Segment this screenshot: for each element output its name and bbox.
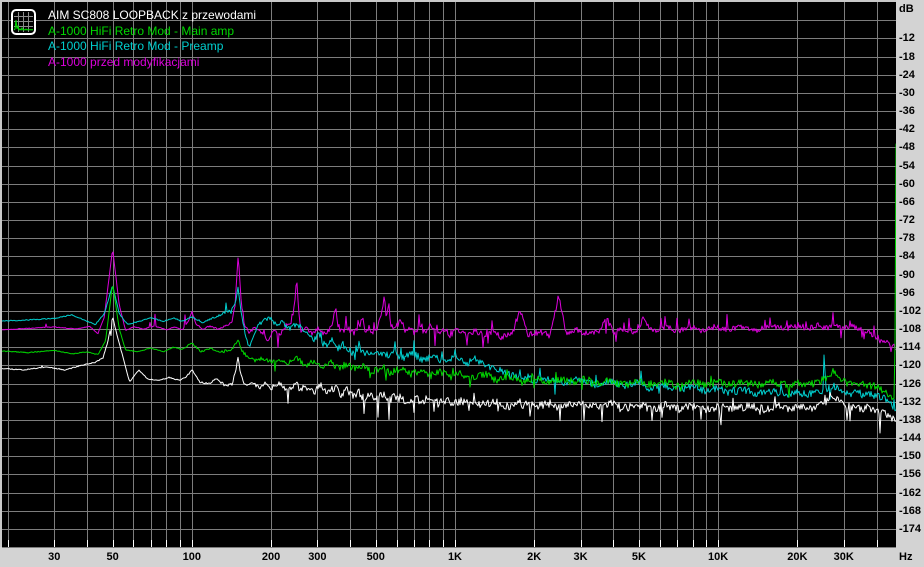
- x-tick-label: 1K: [447, 551, 462, 563]
- legend-item-loopback: AIM SC808 LOOPBACK z przewodami: [48, 8, 256, 24]
- y-tick-label: -18: [899, 50, 915, 63]
- y-tick-label: -60: [899, 177, 915, 190]
- legend: AIM SC808 LOOPBACK z przewodami A-1000 H…: [48, 8, 256, 70]
- legend-label-przed: A-1000 przed modyfikacjami: [48, 54, 200, 69]
- spectrum-analyzer-window: AIM SC808 LOOPBACK z przewodami A-1000 H…: [0, 0, 924, 567]
- x-tick-label: 5K: [631, 551, 646, 563]
- x-axis-unit-label: Hz: [899, 551, 913, 563]
- legend-label-main-amp: A-1000 HiFi Retro Mod - Main amp: [48, 23, 235, 38]
- legend-label-loopback: AIM SC808 LOOPBACK z przewodami: [48, 8, 257, 22]
- y-tick-label: -96: [899, 286, 915, 299]
- legend-label-preamp: A-1000 HiFi Retro Mod - Preamp: [48, 39, 224, 54]
- y-tick-label: -12: [899, 32, 915, 45]
- legend-item-main-amp: A-1000 HiFi Retro Mod - Main amp: [48, 24, 256, 40]
- x-tick-label: 30: [48, 551, 61, 563]
- y-tick-label: -90: [899, 268, 915, 281]
- y-axis-unit-label: dB: [899, 3, 914, 15]
- y-tick-label: -120: [899, 359, 922, 372]
- spectrum-plot-canvas: [2, 2, 896, 548]
- mini-spectrum-icon[interactable]: [11, 9, 36, 35]
- y-tick-label: -84: [899, 250, 915, 263]
- trace-przed-modyfikacjami: [2, 251, 896, 353]
- y-tick-label: -48: [899, 141, 915, 154]
- legend-item-preamp: A-1000 HiFi Retro Mod - Preamp: [48, 39, 256, 55]
- y-tick-label: -168: [899, 504, 922, 517]
- x-tick-label: 3K: [573, 551, 588, 563]
- y-tick-label: -126: [899, 377, 922, 390]
- x-tick-label: 50: [106, 551, 119, 563]
- y-tick-label: -132: [899, 395, 922, 408]
- y-tick-label: -30: [899, 86, 915, 99]
- y-tick-label: -66: [899, 195, 915, 208]
- x-tick-label: 30K: [833, 551, 854, 563]
- y-tick-label: -78: [899, 232, 915, 245]
- y-tick-label: -156: [899, 468, 922, 481]
- y-tick-label: -42: [899, 123, 915, 136]
- y-tick-label: -102: [899, 304, 922, 317]
- y-tick-label: -162: [899, 486, 922, 499]
- trace-preamp: [2, 286, 896, 412]
- legend-item-przed: A-1000 przed modyfikacjami: [48, 55, 256, 71]
- y-tick-label: -54: [899, 159, 915, 172]
- x-tick-label: 300: [308, 551, 327, 563]
- y-tick-label: -24: [899, 68, 915, 81]
- y-tick-label: -108: [899, 323, 922, 335]
- y-tick-label: -72: [899, 214, 915, 226]
- y-tick-label: -36: [899, 105, 915, 117]
- y-tick-label: -174: [899, 522, 922, 535]
- x-tick-label: 500: [366, 551, 385, 563]
- y-tick-label: -114: [899, 341, 921, 354]
- y-tick-label: -144: [899, 432, 922, 444]
- x-tick-label: 20K: [787, 551, 808, 563]
- y-tick-label: -138: [899, 413, 922, 426]
- x-tick-label: 100: [182, 551, 201, 563]
- x-tick-label: 200: [261, 551, 281, 563]
- y-tick-label: -150: [899, 450, 922, 463]
- x-tick-label: 2K: [527, 551, 542, 563]
- x-tick-label: 10K: [708, 551, 729, 563]
